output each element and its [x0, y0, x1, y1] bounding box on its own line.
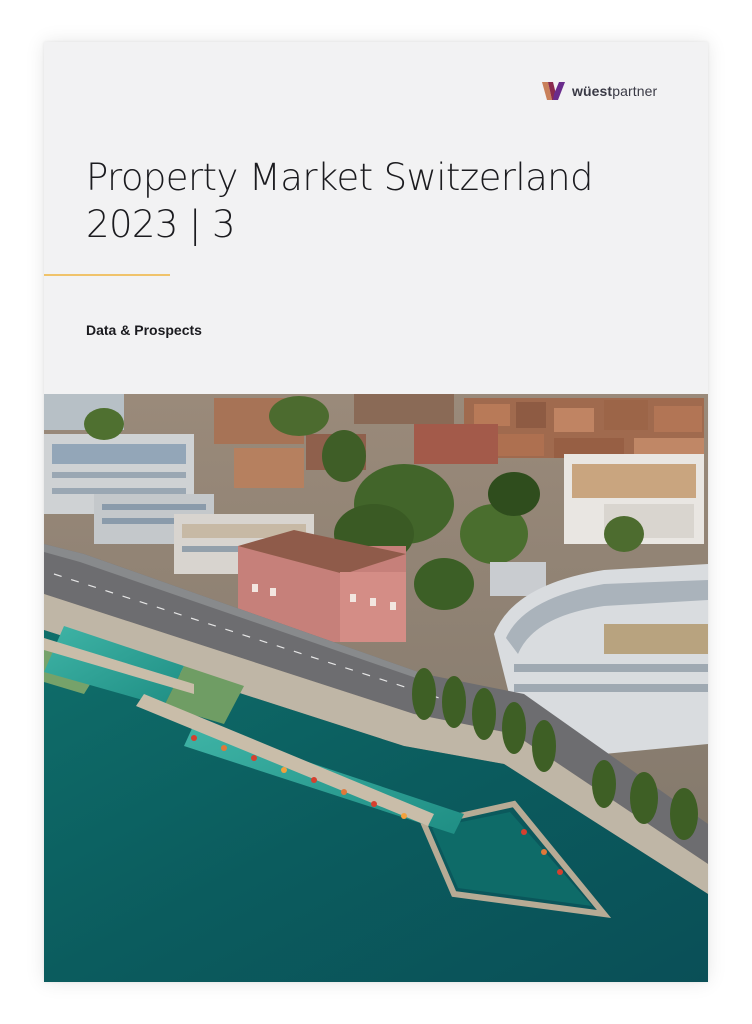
report-cover: wüestpartner Property Market Switzerland…	[44, 42, 708, 982]
wuest-partner-logo-mark-icon	[542, 82, 565, 100]
wuest-partner-wordmark: wüestpartner	[572, 83, 658, 99]
aerial-photo	[44, 394, 708, 982]
report-subtitle: Data & Prospects	[86, 322, 202, 338]
accent-rule	[44, 274, 170, 276]
report-title: Property Market Switzerland 2023 | 3	[86, 154, 646, 248]
report-title-line-2: 2023 | 3	[86, 203, 236, 246]
report-title-line-1: Property Market Switzerland	[86, 156, 594, 199]
wuest-partner-logo: wüestpartner	[542, 80, 657, 102]
